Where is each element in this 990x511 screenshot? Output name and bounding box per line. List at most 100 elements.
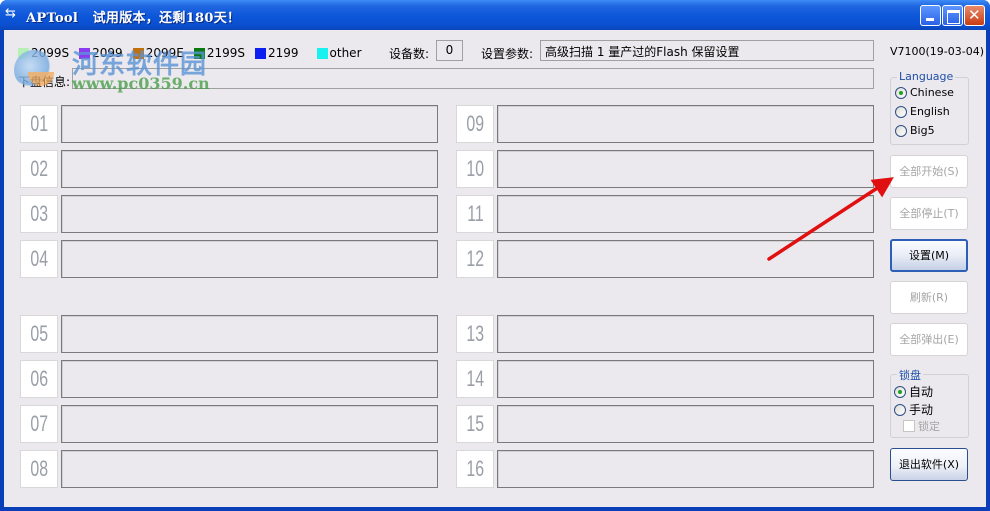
legend-label: 2099S	[31, 46, 70, 60]
client-area: 2099S 2099 2099E 2199S 2199 other 设备数: 0 设置参数…	[4, 30, 986, 507]
legend-label: 2199S	[206, 46, 245, 60]
lock-option-auto[interactable]: 自动	[894, 383, 933, 400]
slot-number-15: 15	[456, 405, 494, 443]
language-group-title: Language	[897, 70, 956, 83]
slot-status-10	[497, 150, 874, 188]
legend-swatch	[79, 47, 91, 59]
slot-number-text: 03	[30, 201, 48, 226]
lock-checkbox[interactable]: 锁定	[903, 418, 940, 434]
legend-item: 2099	[79, 46, 123, 60]
slot-status-03	[61, 195, 438, 233]
disk-info-field	[72, 68, 874, 89]
radio-label: 手动	[909, 403, 934, 417]
slot-number-text: 12	[466, 246, 484, 271]
slot-number-text: 07	[30, 411, 48, 436]
slot-number-04: 04	[20, 240, 58, 278]
start-all-button[interactable]: 全部开始(S)	[890, 155, 968, 188]
slot-number-text: 14	[466, 366, 484, 391]
slot-number-14: 14	[456, 360, 494, 398]
slot-number-08: 08	[20, 450, 58, 488]
legend-item: other	[316, 46, 362, 60]
checkbox-label: 锁定	[918, 420, 940, 433]
maximize-button[interactable]	[942, 5, 963, 26]
legend-label: 2099E	[145, 46, 184, 60]
radio-unchecked-icon	[895, 124, 907, 137]
slot-number-06: 06	[20, 360, 58, 398]
device-count-value: 0	[436, 40, 463, 61]
slot-status-09	[497, 105, 874, 143]
radio-label: English	[910, 105, 950, 118]
slot-number-text: 05	[30, 321, 48, 346]
refresh-button[interactable]: 刷新(R)	[890, 281, 968, 314]
slot-number-text: 06	[30, 366, 48, 391]
exit-button[interactable]: 退出软件(X)	[890, 448, 968, 481]
settings-param-label: 设置参数:	[481, 47, 534, 61]
slot-number-text: 16	[466, 456, 484, 481]
legend-swatch	[132, 47, 144, 59]
close-button[interactable]	[964, 5, 985, 26]
legend-label: 2099	[92, 46, 123, 60]
radio-unchecked-icon	[894, 403, 906, 416]
checkbox-icon	[903, 420, 915, 432]
slot-number-text: 10	[466, 156, 484, 181]
legend-swatch	[316, 47, 328, 59]
slot-number-text: 01	[30, 111, 48, 136]
slot-number-text: 13	[466, 321, 484, 346]
slot-status-05	[61, 315, 438, 353]
settings-button[interactable]: 设置(M)	[890, 239, 968, 272]
radio-unchecked-icon	[895, 105, 907, 118]
slot-number-text: 04	[30, 246, 48, 271]
device-count-label: 设备数:	[389, 47, 430, 61]
lock-group-title: 锁盘	[897, 367, 923, 383]
slot-number-13: 13	[456, 315, 494, 353]
slot-number-11: 11	[456, 195, 494, 233]
slot-number-12: 12	[456, 240, 494, 278]
language-option-english[interactable]: English	[895, 105, 950, 118]
language-option-big5[interactable]: Big5	[895, 124, 935, 137]
slot-status-16	[497, 450, 874, 488]
minimize-button[interactable]	[920, 5, 941, 26]
slot-number-text: 02	[30, 156, 48, 181]
radio-checked-icon	[894, 385, 906, 398]
slot-number-16: 16	[456, 450, 494, 488]
slot-number-text: 08	[30, 456, 48, 481]
chip-legend: 2099S 2099 2099E 2199S 2199 other	[18, 46, 372, 60]
eject-all-button[interactable]: 全部弹出(E)	[890, 323, 968, 356]
slot-status-12	[497, 240, 874, 278]
legend-label: other	[329, 46, 362, 60]
slot-number-01: 01	[20, 105, 58, 143]
language-option-chinese[interactable]: Chinese	[895, 86, 954, 99]
legend-item: 2199	[254, 46, 299, 60]
app-window: ⇆ APTool 试用版本，还剩180天！ 2099S 2099 2099E 2199…	[0, 0, 990, 511]
slot-status-08	[61, 450, 438, 488]
slot-status-11	[497, 195, 874, 233]
slot-status-01	[61, 105, 438, 143]
slot-number-09: 09	[456, 105, 494, 143]
legend-swatch	[18, 47, 29, 59]
settings-param-value: 高级扫描 1 量产过的Flash 保留设置	[540, 40, 874, 61]
legend-label: 2199	[267, 46, 299, 60]
radio-checked-icon	[895, 86, 907, 99]
slot-status-04	[61, 240, 438, 278]
lock-option-manual[interactable]: 手动	[894, 401, 933, 418]
slot-number-10: 10	[456, 150, 494, 188]
radio-label: Big5	[910, 124, 935, 137]
slot-status-14	[497, 360, 874, 398]
trial-notice: 试用版本，还剩180天！	[92, 11, 241, 26]
app-name: APTool	[26, 11, 79, 26]
slot-status-13	[497, 315, 874, 353]
slot-number-text: 11	[466, 201, 484, 226]
slot-number-03: 03	[20, 195, 58, 233]
title-bar[interactable]: ⇆ APTool 试用版本，还剩180天！	[0, 0, 990, 30]
radio-label: 自动	[909, 385, 934, 399]
legend-item: 2099E	[132, 46, 184, 60]
slot-status-15	[497, 405, 874, 443]
slot-number-05: 05	[20, 315, 58, 353]
legend-item: 2099S	[18, 46, 69, 60]
disk-info-label: 下盘信息:	[18, 75, 71, 89]
slot-number-text: 09	[466, 111, 484, 136]
slot-number-text: 15	[466, 411, 484, 436]
slot-status-02	[61, 150, 438, 188]
stop-all-button[interactable]: 全部停止(T)	[890, 197, 968, 230]
slot-status-06	[61, 360, 438, 398]
